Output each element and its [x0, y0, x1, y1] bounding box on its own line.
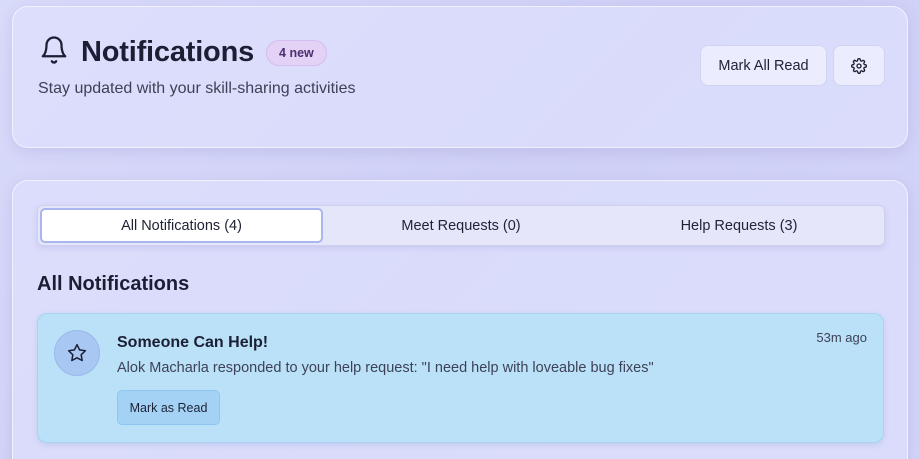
notification-body: Alok Macharla responded to your help req… — [117, 360, 654, 376]
page-subtitle: Stay updated with your skill-sharing act… — [38, 80, 356, 97]
notification-icon-badge — [54, 330, 100, 376]
new-count-badge: 4 new — [266, 39, 327, 66]
mark-all-read-button[interactable]: Mark All Read — [700, 45, 827, 86]
notifications-panel: All Notifications (4) Meet Requests (0) … — [12, 180, 908, 459]
notification-item[interactable]: Someone Can Help! Alok Macharla responde… — [37, 313, 884, 443]
title-row: Notifications 4 new — [39, 35, 327, 70]
notification-tabs: All Notifications (4) Meet Requests (0) … — [37, 205, 885, 246]
settings-button[interactable] — [833, 45, 885, 86]
notification-time: 53m ago — [816, 330, 867, 345]
tab-meet-requests[interactable]: Meet Requests (0) — [323, 208, 599, 243]
star-icon — [67, 343, 87, 362]
header-card: Notifications 4 new Stay updated with yo… — [12, 6, 908, 148]
page-title: Notifications — [81, 36, 255, 68]
section-title: All Notifications — [37, 273, 190, 295]
tab-help-requests[interactable]: Help Requests (3) — [599, 208, 879, 243]
notification-title: Someone Can Help! — [117, 334, 269, 351]
tab-all-notifications[interactable]: All Notifications (4) — [40, 208, 323, 243]
gear-icon — [851, 57, 867, 74]
bell-icon — [39, 35, 81, 70]
mark-as-read-button[interactable]: Mark as Read — [117, 390, 220, 425]
